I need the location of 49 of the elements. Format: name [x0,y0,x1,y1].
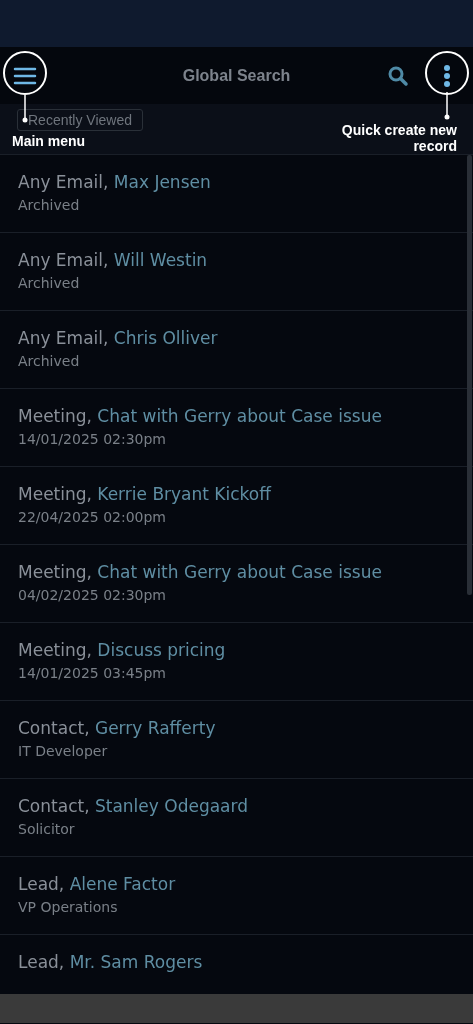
record-link[interactable]: Mr. Sam Rogers [69,952,203,972]
record-detail: 04/02/2025 02:30pm [18,587,167,603]
page-title: Global Search [182,66,291,85]
record-link[interactable]: Gerry Rafferty [94,718,216,738]
record-type: Any Email, [18,328,109,348]
more-icon [443,64,451,88]
record-type: Any Email, [18,250,109,270]
leader-line [21,95,29,123]
record-type: Meeting, [18,406,92,426]
record-type: Lead, [18,952,65,972]
record-detail: 14/01/2025 02:30pm [18,431,167,447]
record-link[interactable]: Stanley Odegaard [94,796,248,816]
record-detail: Archived [18,197,81,213]
record-link[interactable]: Alene Factor [69,874,176,894]
result-row[interactable]: Contact, Stanley Odegaard Solicitor [0,779,473,857]
record-link[interactable]: Will Westin [113,250,208,270]
record-type: Contact, [18,796,90,816]
record-detail: Archived [18,275,81,291]
record-type: Meeting, [18,640,92,660]
record-detail: VP Operations [18,899,119,915]
record-detail: 14/01/2025 03:45pm [18,665,167,681]
result-row[interactable]: Lead, Alene Factor VP Operations [0,857,473,935]
result-row[interactable]: Contact, Gerry Rafferty IT Developer [0,701,473,779]
record-detail: 22/04/2025 02:00pm [18,509,167,525]
record-type: Lead, [18,874,65,894]
record-link[interactable]: Max Jensen [113,172,211,192]
record-type: Any Email, [18,172,109,192]
record-type: Contact, [18,718,90,738]
filter-button[interactable]: Recently Viewed [17,109,144,131]
record-detail: IT Developer [18,743,109,759]
record-link[interactable]: Chat with Gerry about Case issue [97,406,382,426]
leader-line [443,92,451,120]
record-link[interactable]: Discuss pricing [97,640,226,660]
highlight-circle [3,51,47,95]
record-type: Meeting, [18,484,92,504]
record-link[interactable]: Chris Olliver [113,328,218,348]
annotation-label: Main menu [12,132,86,151]
record-type: Meeting, [18,562,92,582]
record-link[interactable]: Kerrie Bryant Kickoff [97,484,271,504]
record-detail: Archived [18,353,81,369]
highlight-circle [425,51,469,95]
result-row[interactable]: Meeting, Discuss pricing 14/01/2025 03:45pm [0,623,473,701]
search-button[interactable] [387,65,409,87]
search-icon [387,65,409,87]
menu-icon [13,66,37,86]
scrollbar[interactable] [467,155,472,595]
record-detail: Solicitor [18,821,76,837]
annotation-label: Quick create new record [340,122,457,154]
record-link[interactable]: Chat with Gerry about Case issue [97,562,382,582]
